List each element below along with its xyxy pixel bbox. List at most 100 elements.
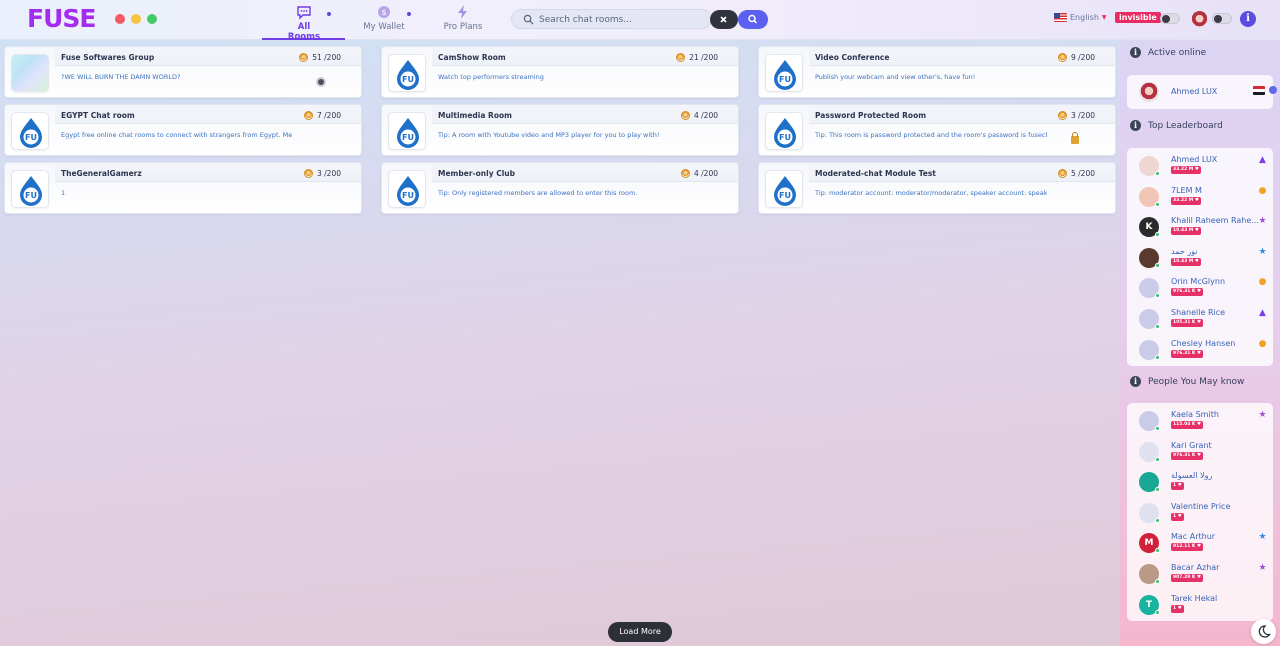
- suggested-user[interactable]: T Tarek Hekal 1 ♥: [1139, 594, 1269, 623]
- points-badge: 33.22 M ♥: [1171, 166, 1201, 174]
- room-card[interactable]: FU EGYPT Chat room 7 /200 Egypt free onl…: [4, 104, 362, 156]
- points-value: 976.31 K: [1173, 289, 1196, 295]
- suggested-user[interactable]: رولا العسولة 1 ♥: [1139, 471, 1269, 500]
- svg-text:FU: FU: [779, 75, 791, 84]
- online-status-dot: [1155, 201, 1160, 207]
- count-label: 4 /200: [694, 111, 718, 120]
- app-logo[interactable]: FUSE: [27, 5, 96, 33]
- users-icon: [1058, 53, 1067, 62]
- info-icon: i: [1130, 47, 1141, 58]
- points-badge: 907.29 K ♥: [1171, 574, 1204, 582]
- lightning-icon: [458, 5, 467, 19]
- count-label: 3 /200: [317, 169, 341, 178]
- settings-toggle[interactable]: [1212, 13, 1232, 24]
- coin-icon: $: [378, 6, 390, 18]
- room-user-count: 51 /200: [299, 53, 341, 62]
- language-label: English: [1070, 13, 1099, 22]
- points-value: 33.22 M: [1173, 167, 1194, 172]
- room-description: Tip: moderator account: moderator/modera…: [815, 189, 1047, 197]
- close-icon: [720, 16, 727, 23]
- room-card[interactable]: FU Moderated-chat Module Test 5 /200 Tip…: [758, 162, 1116, 214]
- info-icon[interactable]: i: [1240, 11, 1256, 27]
- room-name: Multimedia Room: [438, 111, 512, 120]
- count-label: 3 /200: [1071, 111, 1095, 120]
- invisible-toggle[interactable]: [1160, 13, 1180, 24]
- dark-mode-button[interactable]: [1251, 619, 1276, 644]
- leaderboard-user[interactable]: 7LEM M 33.22 M ♥ ●: [1139, 186, 1269, 215]
- online-status-dot: [1155, 517, 1160, 523]
- tab-pro-plans[interactable]: Pro Plans: [443, 4, 483, 32]
- user-name: Valentine Price: [1171, 501, 1231, 511]
- room-card[interactable]: FU Member-only Club 4 /200 Tip: Only reg…: [381, 162, 739, 214]
- active-online-card: Ahmed LUX: [1127, 75, 1277, 110]
- online-user[interactable]: Ahmed LUX: [1139, 82, 1277, 110]
- user-name: Chesley Hansen: [1171, 338, 1236, 348]
- leaderboard-user[interactable]: Orin McGlynn 976.31 K ♥ ●: [1139, 277, 1269, 306]
- online-status-dot: [1155, 487, 1160, 493]
- suggested-user[interactable]: Kari Grant 976.31 K ♥: [1139, 441, 1269, 470]
- avatar: [1139, 82, 1159, 102]
- leaderboard-user[interactable]: Shanelle Rice 105.31 K ♥ ▲: [1139, 308, 1269, 337]
- user-avatar[interactable]: [1191, 11, 1208, 28]
- suggested-user[interactable]: Bacar Azhar 907.29 K ♥ ★: [1139, 563, 1269, 592]
- language-selector[interactable]: English ▼: [1054, 13, 1107, 22]
- window-close-dot[interactable]: [115, 14, 125, 24]
- user-name: رولا العسولة: [1171, 471, 1213, 481]
- svg-text:FU: FU: [779, 191, 791, 200]
- points-badge: 976.31 K ♥: [1171, 451, 1204, 460]
- room-card[interactable]: FU TheGeneralGamerz 3 /200 1: [4, 162, 362, 214]
- moon-icon: [1258, 625, 1271, 638]
- room-description: Tip: Only registered members are allowed…: [438, 189, 638, 197]
- leaderboard-user[interactable]: Ahmed LUX 33.22 M ♥ ▲: [1139, 155, 1269, 184]
- users-icon: [304, 169, 313, 178]
- room-description: Egypt free online chat rooms to connect …: [61, 131, 293, 139]
- room-card[interactable]: FU CamShow Room 21 /200 Watch top perfor…: [381, 46, 739, 98]
- room-user-count: 7 /200: [304, 111, 341, 120]
- points-badge: 912.11 K ♥: [1171, 543, 1204, 552]
- svg-text:FU: FU: [402, 75, 414, 84]
- room-card[interactable]: FU Video Conference 9 /200 Publish your …: [758, 46, 1116, 98]
- window-minimize-dot[interactable]: [131, 14, 141, 24]
- section-title: Top Leaderboard: [1148, 120, 1223, 131]
- online-status-dot: [1155, 548, 1160, 554]
- user-name: Ahmed LUX: [1171, 155, 1218, 164]
- search-icon: [748, 14, 758, 24]
- count-label: 9 /200: [1071, 53, 1095, 62]
- room-user-count: 3 /200: [304, 169, 341, 178]
- suggested-user[interactable]: Valentine Price 1 ♥: [1139, 501, 1269, 531]
- top-header: FUSE All Rooms $ My Wallet Pro Plans Sea…: [0, 0, 1280, 42]
- leaderboard-user[interactable]: نور حمد 10.43 M ♥ ★: [1139, 247, 1269, 276]
- clear-search-button[interactable]: [710, 10, 738, 29]
- tab-all-rooms[interactable]: All Rooms: [283, 4, 331, 42]
- room-card[interactable]: FU Multimedia Room 4 /200 Tip: A room wi…: [381, 104, 739, 156]
- suggested-user[interactable]: M Mac Arthur 912.11 K ♥ ★: [1139, 532, 1269, 561]
- rank-badge-icon: ★: [1258, 563, 1267, 573]
- leaderboard-user[interactable]: Chesley Hansen 976.31 K ♥ ●: [1139, 338, 1269, 368]
- room-description: Tip: A room with Youtube video and MP3 p…: [438, 131, 660, 139]
- room-card[interactable]: FU Password Protected Room 3 /200 Tip: T…: [758, 104, 1116, 156]
- room-thumbnail: FU: [765, 54, 803, 92]
- room-thumbnail: FU: [11, 112, 49, 150]
- suggested-user[interactable]: Kaela Smith 115.04 K ♥ ★: [1139, 410, 1269, 439]
- search-submit-button[interactable]: [738, 10, 768, 29]
- window-maximize-dot[interactable]: [147, 14, 157, 24]
- svg-text:FU: FU: [402, 191, 414, 200]
- search-input[interactable]: [539, 12, 709, 27]
- svg-text:FU: FU: [779, 133, 791, 142]
- leaderboard-user[interactable]: K Khalil Raheem Rahe... 10.43 M ♥ ★: [1139, 216, 1269, 245]
- room-thumbnail: FU: [388, 170, 426, 208]
- load-more-button[interactable]: Load More: [608, 622, 672, 642]
- search-box: [511, 9, 712, 29]
- lock-icon: [1071, 132, 1079, 144]
- online-status-dot: [1155, 354, 1160, 360]
- points-value: 10.43 M: [1173, 228, 1194, 234]
- points-badge: 976.31 K ♥: [1171, 288, 1204, 297]
- room-card[interactable]: Fuse Softwares Group 51 /200 ?WE WILL BU…: [4, 46, 362, 98]
- room-name: Moderated-chat Module Test: [815, 169, 936, 178]
- fuse-drop-logo-icon: FU: [397, 60, 419, 90]
- tab-indicator-dot: [327, 12, 331, 16]
- tab-label: My Wallet: [363, 22, 405, 32]
- svg-text:FU: FU: [25, 191, 37, 200]
- points-badge: 10.43 M ♥: [1171, 227, 1201, 236]
- tab-my-wallet[interactable]: $ My Wallet: [363, 4, 411, 32]
